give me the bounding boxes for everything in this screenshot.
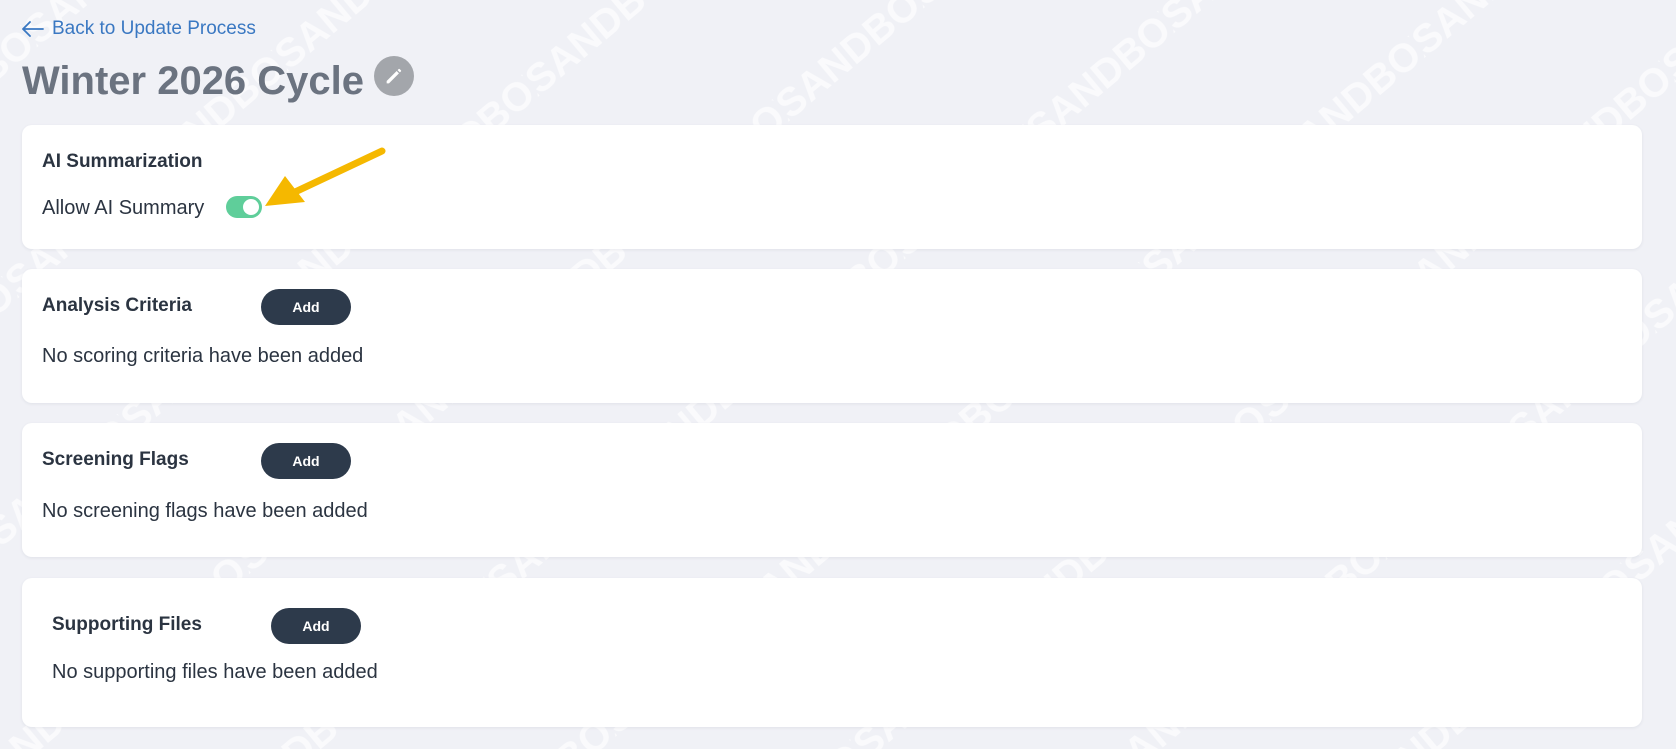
ai-summarization-card: AI Summarization Allow AI Summary [22, 125, 1642, 249]
page-title: Winter 2026 Cycle [22, 59, 365, 103]
screening-flags-empty-text: No screening flags have been added [42, 500, 368, 522]
add-supporting-file-button[interactable]: Add [271, 608, 361, 644]
allow-ai-summary-label: Allow AI Summary [42, 197, 205, 219]
allow-ai-summary-toggle[interactable] [226, 196, 262, 218]
analysis-criteria-title: Analysis Criteria [42, 295, 192, 316]
add-screening-flag-button[interactable]: Add [261, 443, 351, 479]
ai-summarization-title: AI Summarization [42, 151, 203, 172]
supporting-files-title: Supporting Files [52, 614, 202, 635]
arrow-left-icon [22, 21, 44, 37]
supporting-files-card: Supporting Files Add No supporting files… [22, 578, 1642, 727]
analysis-criteria-card: Analysis Criteria Add No scoring criteri… [22, 269, 1642, 403]
page-header: Winter 2026 Cycle [22, 54, 415, 108]
edit-title-button[interactable] [374, 56, 415, 96]
back-link[interactable]: Back to Update Process [22, 18, 256, 40]
supporting-files-empty-text: No supporting files have been added [52, 661, 378, 683]
add-analysis-criteria-button[interactable]: Add [261, 289, 351, 325]
back-link-label: Back to Update Process [52, 18, 256, 39]
analysis-criteria-empty-text: No scoring criteria have been added [42, 345, 364, 367]
screening-flags-title: Screening Flags [42, 449, 189, 470]
toggle-knob [243, 199, 259, 215]
pencil-icon [386, 68, 402, 84]
screening-flags-card: Screening Flags Add No screening flags h… [22, 423, 1642, 557]
